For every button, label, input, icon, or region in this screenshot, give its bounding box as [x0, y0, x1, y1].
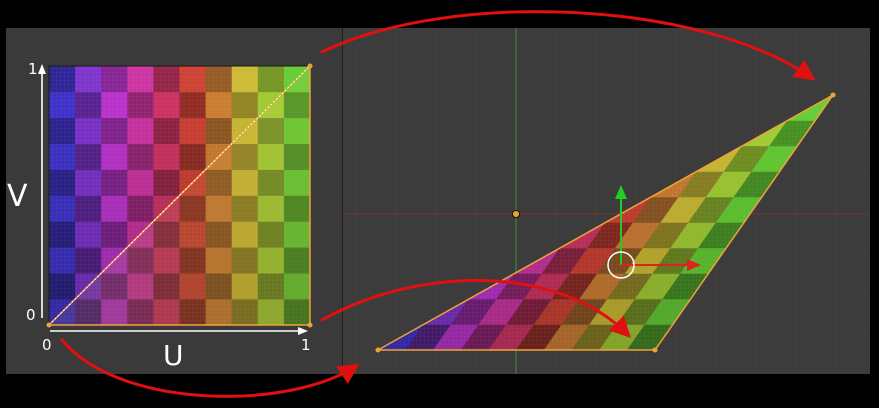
uv-editor-panel — [6, 28, 342, 374]
uv-mapping-illustration — [0, 0, 879, 408]
orange-dot-icon[interactable] — [512, 210, 520, 218]
uv-vertex[interactable] — [307, 63, 313, 69]
face-vertex[interactable] — [652, 347, 658, 353]
face-vertex[interactable] — [830, 92, 836, 98]
uv-vertex[interactable] — [46, 322, 52, 328]
panel-divider — [342, 28, 343, 374]
u-max-tick: 1 — [301, 336, 311, 354]
axis-v-label: V — [7, 179, 28, 214]
v-max-tick: 1 — [28, 60, 38, 78]
v-origin-tick: 0 — [26, 306, 36, 324]
axis-u-label: U — [163, 339, 184, 372]
3d-viewport — [343, 28, 870, 374]
uv-vertex[interactable] — [307, 322, 313, 328]
u-origin-tick: 0 — [42, 336, 52, 354]
face-vertex[interactable] — [375, 347, 381, 353]
